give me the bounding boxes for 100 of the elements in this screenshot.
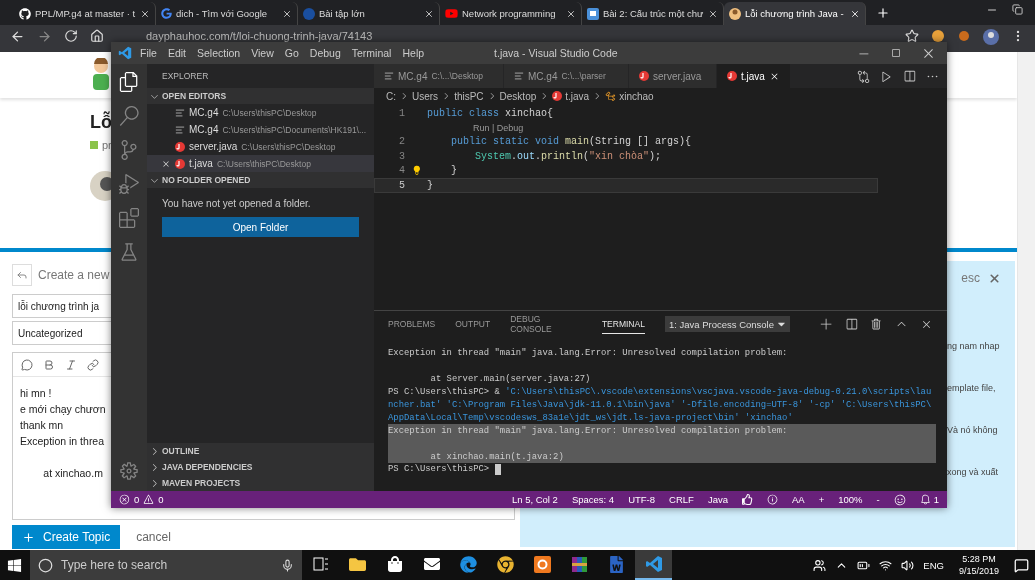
panel-tab[interactable]: PROBLEMS bbox=[388, 314, 436, 334]
close-icon[interactable] bbox=[566, 8, 576, 19]
menu-item[interactable]: Help bbox=[402, 47, 425, 59]
section-header[interactable]: JAVA DEPENDENCIES bbox=[147, 459, 374, 475]
forward-icon[interactable] bbox=[37, 29, 52, 44]
error-icon[interactable] bbox=[119, 494, 130, 505]
task-view-icon[interactable] bbox=[312, 557, 329, 571]
maximize-icon[interactable] bbox=[890, 46, 902, 59]
search-icon[interactable] bbox=[119, 106, 139, 126]
menu-item[interactable]: Terminal bbox=[351, 47, 392, 59]
extensions-icon[interactable] bbox=[119, 208, 139, 228]
search-field[interactable]: Type here to search bbox=[30, 550, 302, 580]
open-editor-item[interactable]: MC.g4 C:\Users\thisPC\Documents\HK191\... bbox=[147, 121, 374, 138]
section-header[interactable]: OPEN EDITORS bbox=[147, 88, 374, 104]
archive-app-icon[interactable] bbox=[571, 555, 588, 573]
bold-icon[interactable] bbox=[43, 358, 55, 371]
close-icon[interactable] bbox=[922, 46, 935, 60]
mic-icon[interactable] bbox=[281, 558, 294, 572]
files-icon[interactable] bbox=[119, 72, 139, 92]
add-icon[interactable] bbox=[820, 317, 833, 331]
close-icon[interactable] bbox=[988, 271, 1001, 285]
extension-icon[interactable] bbox=[931, 29, 945, 43]
category-label[interactable]: pr bbox=[102, 139, 112, 151]
menu-item[interactable]: File bbox=[140, 47, 157, 59]
info-icon[interactable] bbox=[766, 494, 778, 505]
bag-icon[interactable] bbox=[386, 556, 403, 572]
extension-icon[interactable] bbox=[957, 29, 971, 43]
bookmark-star-icon[interactable] bbox=[905, 29, 919, 43]
split-icon[interactable] bbox=[845, 317, 858, 331]
link-icon[interactable] bbox=[87, 358, 99, 371]
mail-icon[interactable] bbox=[423, 556, 440, 572]
settings-icon[interactable] bbox=[119, 461, 139, 481]
close-icon[interactable] bbox=[850, 8, 860, 19]
run-icon[interactable] bbox=[880, 69, 893, 83]
status-item[interactable]: Ln 5, Col 2 bbox=[511, 494, 558, 505]
volume-icon[interactable] bbox=[901, 558, 915, 572]
warning-icon[interactable] bbox=[143, 494, 155, 505]
smiley-icon[interactable] bbox=[893, 493, 906, 506]
menu-item[interactable]: Edit bbox=[167, 47, 186, 59]
cancel-link[interactable]: cancel bbox=[136, 530, 171, 544]
home-icon[interactable] bbox=[90, 29, 104, 43]
code-editor-icon[interactable] bbox=[644, 555, 663, 573]
panel-tab[interactable]: DEBUG CONSOLE bbox=[510, 309, 582, 339]
close-icon[interactable] bbox=[161, 158, 171, 169]
section-header[interactable]: MAVEN PROJECTS bbox=[147, 475, 374, 491]
breadcrumb-item[interactable]: Desktop bbox=[499, 90, 537, 102]
close-icon[interactable] bbox=[424, 8, 434, 19]
codelens-link[interactable]: Run | Debug bbox=[374, 120, 947, 135]
editor-tab[interactable]: t.java bbox=[717, 64, 791, 88]
menu-item[interactable]: Go bbox=[284, 47, 299, 59]
terminal-select[interactable]: 1: Java Process Console bbox=[664, 316, 790, 332]
breadcrumb-item[interactable]: t.java bbox=[565, 90, 590, 102]
folder-icon[interactable] bbox=[349, 555, 366, 573]
restore-icon[interactable] bbox=[1012, 3, 1023, 15]
clock[interactable]: 5:28 PM 9/15/2019 bbox=[952, 553, 1005, 577]
error-count[interactable]: 0 bbox=[134, 494, 140, 505]
trash-icon[interactable] bbox=[870, 317, 883, 331]
back-icon[interactable] bbox=[10, 29, 25, 44]
panel-tab[interactable]: OUTPUT bbox=[455, 314, 491, 334]
language-indicator[interactable]: ENG bbox=[923, 559, 944, 571]
italic-icon[interactable] bbox=[65, 358, 77, 371]
status-item[interactable]: UTF-8 bbox=[628, 494, 656, 505]
word-icon[interactable] bbox=[608, 555, 625, 573]
breadcrumb-item[interactable]: C: bbox=[386, 90, 396, 102]
status-item[interactable]: 100% bbox=[838, 494, 863, 505]
warning-count[interactable]: 0 bbox=[158, 494, 164, 505]
open-editor-item[interactable]: t.java C:\Users\thisPC\Desktop bbox=[147, 155, 374, 172]
section-header[interactable]: NO FOLDER OPENED bbox=[147, 172, 374, 188]
edge-icon[interactable] bbox=[460, 555, 477, 573]
editor-tab[interactable]: MC.g4 C:\...\parser bbox=[504, 64, 629, 88]
profile-icon[interactable] bbox=[983, 29, 999, 45]
section-header[interactable]: OUTLINE bbox=[147, 443, 374, 459]
create-topic-button[interactable]: Create Topic bbox=[12, 525, 121, 549]
thumbs-up-icon[interactable] bbox=[741, 494, 753, 505]
editor-tab[interactable]: MC.g4 C:\...\Desktop bbox=[374, 64, 504, 88]
open-folder-button[interactable]: Open Folder bbox=[162, 217, 359, 237]
branch-icon[interactable] bbox=[119, 140, 139, 160]
split-editor-icon[interactable] bbox=[903, 69, 916, 83]
notifications-icon[interactable] bbox=[1014, 557, 1029, 573]
people-icon[interactable] bbox=[813, 558, 827, 572]
status-item[interactable]: CRLF bbox=[669, 494, 694, 505]
menu-item[interactable]: Debug bbox=[309, 47, 341, 59]
close-icon[interactable] bbox=[140, 8, 150, 19]
menu-item[interactable]: Selection bbox=[197, 47, 241, 59]
reload-icon[interactable] bbox=[64, 29, 78, 43]
breadcrumb-item[interactable]: thisPC bbox=[454, 90, 484, 102]
reader-app-icon[interactable] bbox=[534, 555, 551, 573]
status-item[interactable]: Spaces: 4 bbox=[571, 494, 615, 505]
status-item[interactable]: AA bbox=[791, 494, 805, 505]
breadcrumb-item[interactable]: Users bbox=[412, 90, 439, 102]
new-tab-icon[interactable] bbox=[876, 5, 890, 20]
status-item[interactable]: Java bbox=[707, 494, 728, 505]
flask-icon[interactable] bbox=[119, 242, 139, 262]
quote-icon[interactable] bbox=[21, 358, 33, 371]
panel-tab[interactable]: TERMINAL bbox=[601, 314, 645, 334]
open-editor-item[interactable]: MC.g4 C:\Users\thisPC\Desktop bbox=[147, 104, 374, 121]
editor-tab[interactable]: server.java bbox=[629, 64, 717, 88]
open-editor-item[interactable]: server.java C:\Users\thisPC\Desktop bbox=[147, 138, 374, 155]
bug-icon[interactable] bbox=[119, 174, 139, 194]
url-field[interactable]: dayphauhoc.com/t/loi-chuong-trinh-java/74143 bbox=[146, 30, 373, 42]
